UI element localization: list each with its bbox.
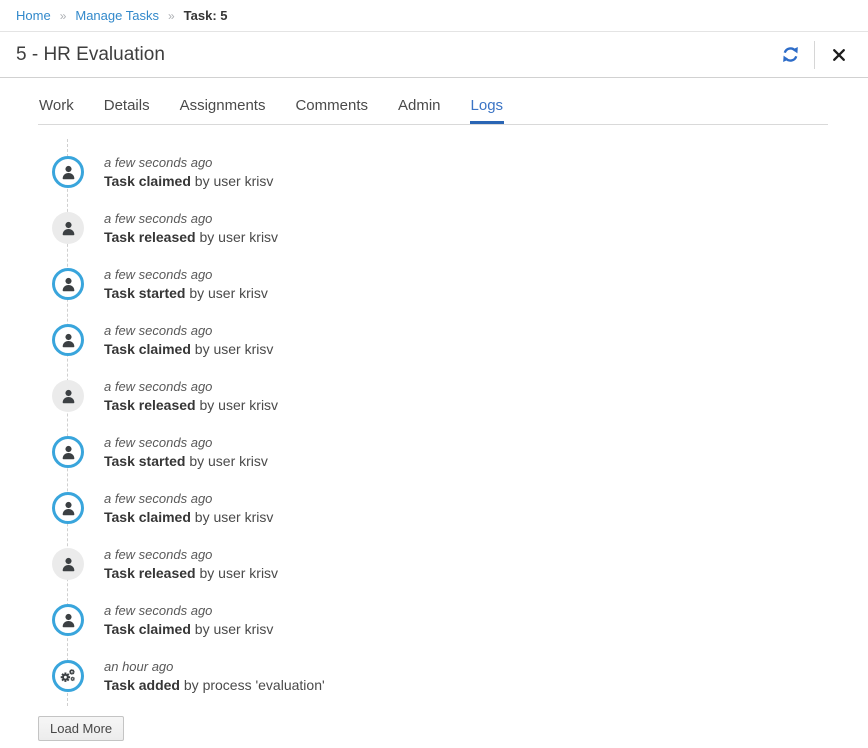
user-avatar-icon — [52, 268, 84, 300]
log-entry-text: a few seconds agoTask claimed by user kr… — [104, 154, 273, 190]
log-entry-text: an hour agoTask added by process 'evalua… — [104, 658, 325, 694]
log-action-detail: by user krisv — [195, 621, 274, 637]
log-action: Task started — [104, 453, 185, 469]
log-entry-text: a few seconds agoTask claimed by user kr… — [104, 490, 273, 526]
close-button[interactable] — [826, 42, 852, 68]
log-entry-text: a few seconds agoTask released by user k… — [104, 378, 278, 414]
log-entry: a few seconds agoTask claimed by user kr… — [38, 154, 868, 190]
log-action-line: Task started by user krisv — [104, 452, 268, 470]
log-entry-text: a few seconds agoTask started by user kr… — [104, 266, 268, 302]
log-action-detail: by user krisv — [195, 173, 274, 189]
tab-admin[interactable]: Admin — [397, 91, 442, 124]
log-action: Task claimed — [104, 509, 191, 525]
log-time: an hour ago — [104, 658, 325, 676]
page-title: 5 - HR Evaluation — [16, 44, 165, 66]
user-avatar-icon — [52, 548, 84, 580]
log-action-line: Task released by user krisv — [104, 228, 278, 246]
log-entry: a few seconds agoTask released by user k… — [38, 210, 868, 246]
log-entry: a few seconds agoTask claimed by user kr… — [38, 322, 868, 358]
log-action-detail: by user krisv — [189, 453, 268, 469]
tab-assignments[interactable]: Assignments — [179, 91, 267, 124]
log-entry-text: a few seconds agoTask started by user kr… — [104, 434, 268, 470]
log-entry: a few seconds agoTask released by user k… — [38, 378, 868, 414]
log-action: Task claimed — [104, 621, 191, 637]
log-action-detail: by process 'evaluation' — [184, 677, 325, 693]
refresh-button[interactable] — [777, 42, 803, 68]
log-action-line: Task claimed by user krisv — [104, 508, 273, 526]
log-time: a few seconds ago — [104, 154, 273, 172]
breadcrumb-current-task: Task: 5 — [184, 8, 228, 23]
log-entry: an hour agoTask added by process 'evalua… — [38, 658, 868, 694]
log-action-detail: by user krisv — [195, 341, 274, 357]
log-action-line: Task claimed by user krisv — [104, 172, 273, 190]
log-action-detail: by user krisv — [199, 397, 278, 413]
tab-comments[interactable]: Comments — [294, 91, 369, 124]
task-logs-timeline: a few seconds agoTask claimed by user kr… — [38, 154, 868, 694]
log-action-detail: by user krisv — [189, 285, 268, 301]
log-action: Task released — [104, 565, 196, 581]
user-avatar-icon — [52, 380, 84, 412]
log-action-line: Task claimed by user krisv — [104, 340, 273, 358]
log-time: a few seconds ago — [104, 602, 273, 620]
refresh-icon — [782, 46, 799, 63]
tab-bar: Work Details Assignments Comments Admin Logs — [38, 91, 828, 125]
log-entry-text: a few seconds agoTask claimed by user kr… — [104, 602, 273, 638]
log-entry: a few seconds agoTask started by user kr… — [38, 434, 868, 470]
user-avatar-icon — [52, 212, 84, 244]
log-entry: a few seconds agoTask released by user k… — [38, 546, 868, 582]
process-gears-icon — [52, 660, 84, 692]
log-entry-text: a few seconds agoTask claimed by user kr… — [104, 322, 273, 358]
tab-details[interactable]: Details — [103, 91, 151, 124]
log-entry: a few seconds agoTask claimed by user kr… — [38, 602, 868, 638]
user-avatar-icon — [52, 492, 84, 524]
log-action: Task claimed — [104, 341, 191, 357]
log-action-line: Task released by user krisv — [104, 396, 278, 414]
breadcrumb-link-home[interactable]: Home — [16, 8, 51, 23]
header-divider — [814, 41, 815, 69]
log-action-detail: by user krisv — [199, 229, 278, 245]
user-avatar-icon — [52, 324, 84, 356]
user-avatar-icon — [52, 604, 84, 636]
close-icon — [831, 47, 847, 63]
log-action-line: Task claimed by user krisv — [104, 620, 273, 638]
log-time: a few seconds ago — [104, 378, 278, 396]
log-entry-text: a few seconds agoTask released by user k… — [104, 210, 278, 246]
load-more-button[interactable]: Load More — [38, 716, 124, 741]
log-action: Task started — [104, 285, 185, 301]
log-action: Task released — [104, 229, 196, 245]
log-action-line: Task added by process 'evaluation' — [104, 676, 325, 694]
log-time: a few seconds ago — [104, 322, 273, 340]
log-time: a few seconds ago — [104, 266, 268, 284]
tab-work[interactable]: Work — [38, 91, 75, 124]
log-time: a few seconds ago — [104, 546, 278, 564]
log-entry: a few seconds agoTask started by user kr… — [38, 266, 868, 302]
log-action-detail: by user krisv — [195, 509, 274, 525]
breadcrumb-separator-icon: » — [60, 9, 67, 23]
tab-logs[interactable]: Logs — [470, 91, 505, 124]
breadcrumb-link-manage-tasks[interactable]: Manage Tasks — [75, 8, 159, 23]
log-action: Task added — [104, 677, 180, 693]
log-action-line: Task started by user krisv — [104, 284, 268, 302]
log-time: a few seconds ago — [104, 434, 268, 452]
log-action-detail: by user krisv — [199, 565, 278, 581]
breadcrumb: Home » Manage Tasks » Task: 5 — [0, 0, 868, 32]
log-action: Task released — [104, 397, 196, 413]
user-avatar-icon — [52, 436, 84, 468]
task-detail-header: 5 - HR Evaluation — [0, 32, 868, 78]
log-entry: a few seconds agoTask claimed by user kr… — [38, 490, 868, 526]
breadcrumb-separator-icon: » — [168, 9, 175, 23]
log-action: Task claimed — [104, 173, 191, 189]
log-time: a few seconds ago — [104, 490, 273, 508]
user-avatar-icon — [52, 156, 84, 188]
log-action-line: Task released by user krisv — [104, 564, 278, 582]
log-entry-text: a few seconds agoTask released by user k… — [104, 546, 278, 582]
log-time: a few seconds ago — [104, 210, 278, 228]
header-actions — [777, 41, 852, 69]
